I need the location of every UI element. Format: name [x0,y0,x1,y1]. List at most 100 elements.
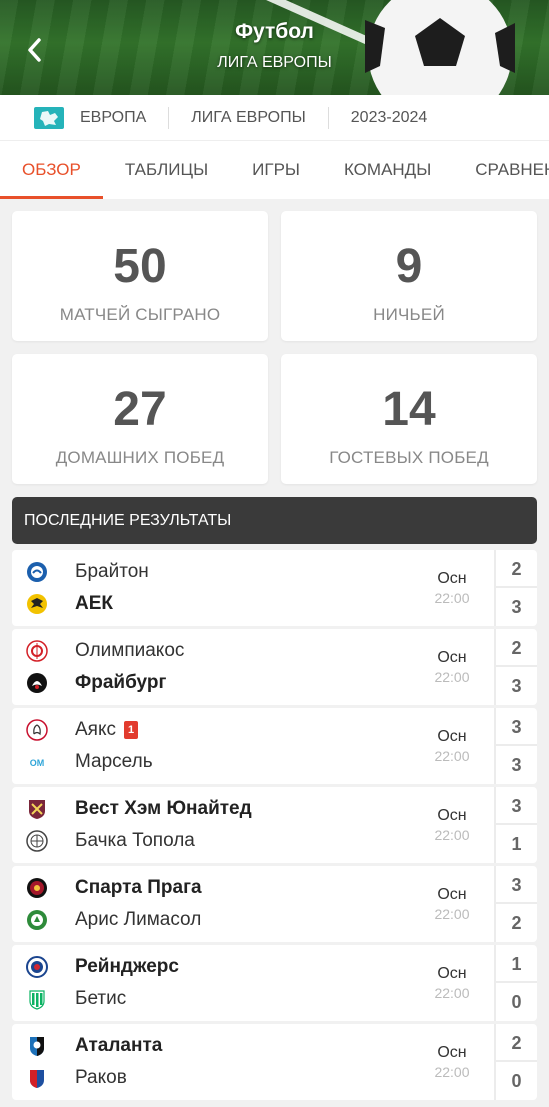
match-status: Осн [437,965,467,982]
home-score: 2 [496,550,537,588]
home-score: 3 [496,866,537,904]
page-title: Футбол [235,20,314,43]
match-time: 22:00 [434,748,470,764]
stat-value: 27 [113,383,167,436]
home-score: 2 [496,1024,537,1062]
team-name: Спарта Прага [75,877,202,898]
home-team: Рейнджерс [12,951,412,983]
match-time: 22:00 [434,1064,470,1080]
stat-label: НИЧЬЕЙ [373,305,445,324]
score-box: 2 3 [494,629,537,705]
tab-games[interactable]: ИГРЫ [252,141,300,199]
breadcrumb-competition[interactable]: ЛИГА ЕВРОПЫ [169,109,327,127]
europe-flag-icon [34,106,64,129]
team-name: Аякс 1 [75,719,138,741]
match-status: Осн [437,886,467,903]
rangers-logo-icon [26,956,48,978]
tab-bar: ОБЗОР ТАБЛИЦЫ ИГРЫ КОМАНДЫ СРАВНЕНИЕ [0,141,549,199]
away-team: АЕК [12,588,412,620]
away-team: Арис Лимасол [12,904,412,936]
team-name-text: Аякс [75,719,116,740]
away-score: 0 [511,1071,522,1091]
match-time: 22:00 [434,590,470,606]
score-box: 2 3 [494,550,537,626]
team-name: Брайтон [75,561,149,582]
team-name: Олимпиакос [75,640,185,661]
team-name: Рейнджерс [75,956,179,977]
marseille-logo-icon: OM [30,755,44,772]
team-name: Бачка Топола [75,830,195,851]
betis-logo-icon [29,990,45,1010]
freiburg-logo-icon [27,673,47,693]
aris-limassol-logo-icon [27,910,47,930]
away-team: OM Марсель [12,746,412,778]
team-name: Бетис [75,988,127,1009]
home-team: Олимпиакос [12,635,412,667]
score-box: 3 2 [494,866,537,942]
sparta-prague-logo-icon [27,878,47,898]
match-row[interactable]: Аталанта Раков Осн 22:00 2 0 [12,1024,537,1100]
team-name: АЕК [75,593,113,614]
match-status: Осн [437,728,467,745]
match-time: 22:00 [434,985,470,1001]
stat-value: 9 [395,240,423,293]
team-name: Раков [75,1067,127,1088]
breadcrumb-region[interactable]: ЕВРОПА [64,109,168,127]
match-row[interactable]: Олимпиакос Фрайбург Осн 22:00 2 3 [12,629,537,705]
stat-card-matches-played: 50 МАТЧЕЙ СЫГРАНО [12,211,268,341]
match-time: 22:00 [434,669,470,685]
team-name: Вест Хэм Юнайтед [75,798,252,819]
score-box: 3 1 [494,787,537,863]
rakow-logo-icon [30,1070,44,1088]
match-time: 22:00 [434,906,470,922]
match-status: Осн [437,570,467,587]
home-score: 3 [496,787,537,825]
away-team: Бетис [12,983,412,1015]
home-score: 3 [496,708,537,746]
away-score: 0 [511,992,522,1012]
home-team: Спарта Прага [12,872,412,904]
match-time: 22:00 [434,827,470,843]
score-box: 2 0 [494,1024,537,1100]
away-score: 3 [511,597,522,617]
away-score: 3 [511,755,522,775]
header-banner: Футбол ЛИГА ЕВРОПЫ [0,0,549,95]
score-box: 1 0 [494,945,537,1021]
home-team: Брайтон [12,556,412,588]
aek-logo-icon [27,594,47,614]
tab-overview[interactable]: ОБЗОР [0,141,103,199]
match-row[interactable]: Рейнджерс Бетис Осн 22:00 1 0 [12,945,537,1021]
match-row[interactable]: Аякс 1 OM Марсель Осн 22:00 3 3 [12,708,537,784]
breadcrumb-season[interactable]: 2023-2024 [329,109,450,127]
backa-topola-logo-icon [26,830,48,852]
team-name: Арис Лимасол [75,909,202,930]
away-team: Фрайбург [12,667,412,699]
page-subtitle: ЛИГА ЕВРОПЫ [217,54,332,71]
west-ham-logo-icon [29,800,45,819]
breadcrumb: ЕВРОПА ЛИГА ЕВРОПЫ 2023-2024 [0,95,549,141]
away-score: 1 [511,834,522,854]
ajax-logo-icon [26,719,48,741]
red-card-badge: 1 [124,721,138,739]
home-team: Аякс 1 [12,714,412,746]
stat-value: 14 [382,383,436,436]
stat-label: МАТЧЕЙ СЫГРАНО [59,305,221,324]
match-row[interactable]: Вест Хэм Юнайтед Бачка Топола Осн 22:00 … [12,787,537,863]
tab-tables[interactable]: ТАБЛИЦЫ [125,141,208,199]
tab-teams[interactable]: КОМАНДЫ [344,141,431,199]
stat-value: 50 [113,240,167,293]
olympiacos-logo-icon [26,640,48,662]
stat-card-draws: 9 НИЧЬЕЙ [281,211,537,341]
match-row[interactable]: Брайтон АЕК Осн 22:00 2 3 [12,550,537,626]
brighton-logo-icon [27,562,47,582]
away-team: Бачка Топола [12,825,412,857]
match-row[interactable]: Спарта Прага Арис Лимасол Осн 22:00 3 2 [12,866,537,942]
stat-card-home-wins: 27 ДОМАШНИХ ПОБЕД [12,354,268,484]
away-score: 3 [511,676,522,696]
away-team: Раков [12,1062,412,1094]
team-name: Фрайбург [75,672,167,693]
home-team: Аталанта [12,1030,412,1062]
tab-comparison[interactable]: СРАВНЕНИЕ [475,141,549,199]
match-status: Осн [437,807,467,824]
match-status: Осн [437,649,467,666]
